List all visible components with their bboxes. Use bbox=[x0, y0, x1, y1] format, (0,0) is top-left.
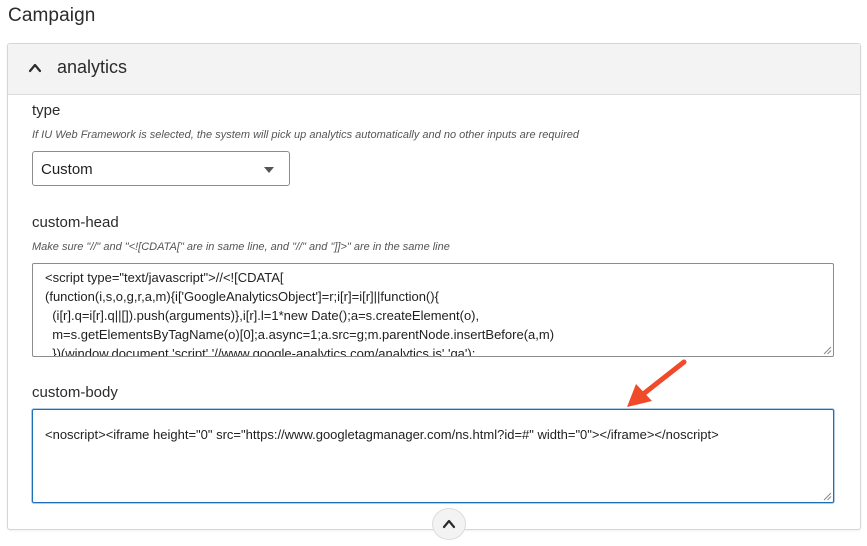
code-line: (function(i,s,o,g,r,a,m){i['GoogleAnalyt… bbox=[45, 289, 439, 304]
custom-body-label: custom-body bbox=[32, 384, 118, 401]
type-label: type bbox=[32, 102, 61, 119]
custom-head-label: custom-head bbox=[32, 214, 119, 231]
resize-grip-icon[interactable] bbox=[823, 346, 832, 355]
code-line: <script type="text/javascript">//<![CDAT… bbox=[45, 270, 284, 285]
custom-head-hint: Make sure "//" and "<![CDATA[" are in sa… bbox=[32, 241, 450, 253]
chevron-up-icon bbox=[442, 519, 456, 529]
collapse-button[interactable] bbox=[432, 508, 466, 540]
type-select-value: Custom bbox=[41, 161, 93, 178]
code-line: })(window,document,'script','//www.googl… bbox=[45, 346, 476, 357]
code-line: m=s.getElementsByTagName(o)[0];a.async=1… bbox=[45, 327, 555, 342]
type-hint: If IU Web Framework is selected, the sys… bbox=[32, 129, 579, 141]
type-select[interactable]: Custom bbox=[32, 151, 290, 186]
custom-head-textarea[interactable]: <script type="text/javascript">//<![CDAT… bbox=[32, 263, 834, 357]
custom-body-textarea[interactable]: <noscript><iframe height="0" src="https:… bbox=[32, 409, 834, 503]
code-line: <noscript><iframe height="0" src="https:… bbox=[45, 427, 719, 442]
code-line: (i[r].q=i[r].q||[]).push(arguments)},i[r… bbox=[45, 308, 480, 323]
red-arrow-icon bbox=[627, 359, 687, 407]
resize-grip-icon[interactable] bbox=[823, 492, 832, 501]
panel-header-toggle[interactable]: analytics bbox=[8, 44, 860, 95]
caret-down-icon bbox=[264, 167, 274, 173]
panel-title: analytics bbox=[57, 57, 128, 77]
page-title: Campaign bbox=[8, 5, 96, 26]
chevron-up-icon bbox=[28, 63, 42, 73]
